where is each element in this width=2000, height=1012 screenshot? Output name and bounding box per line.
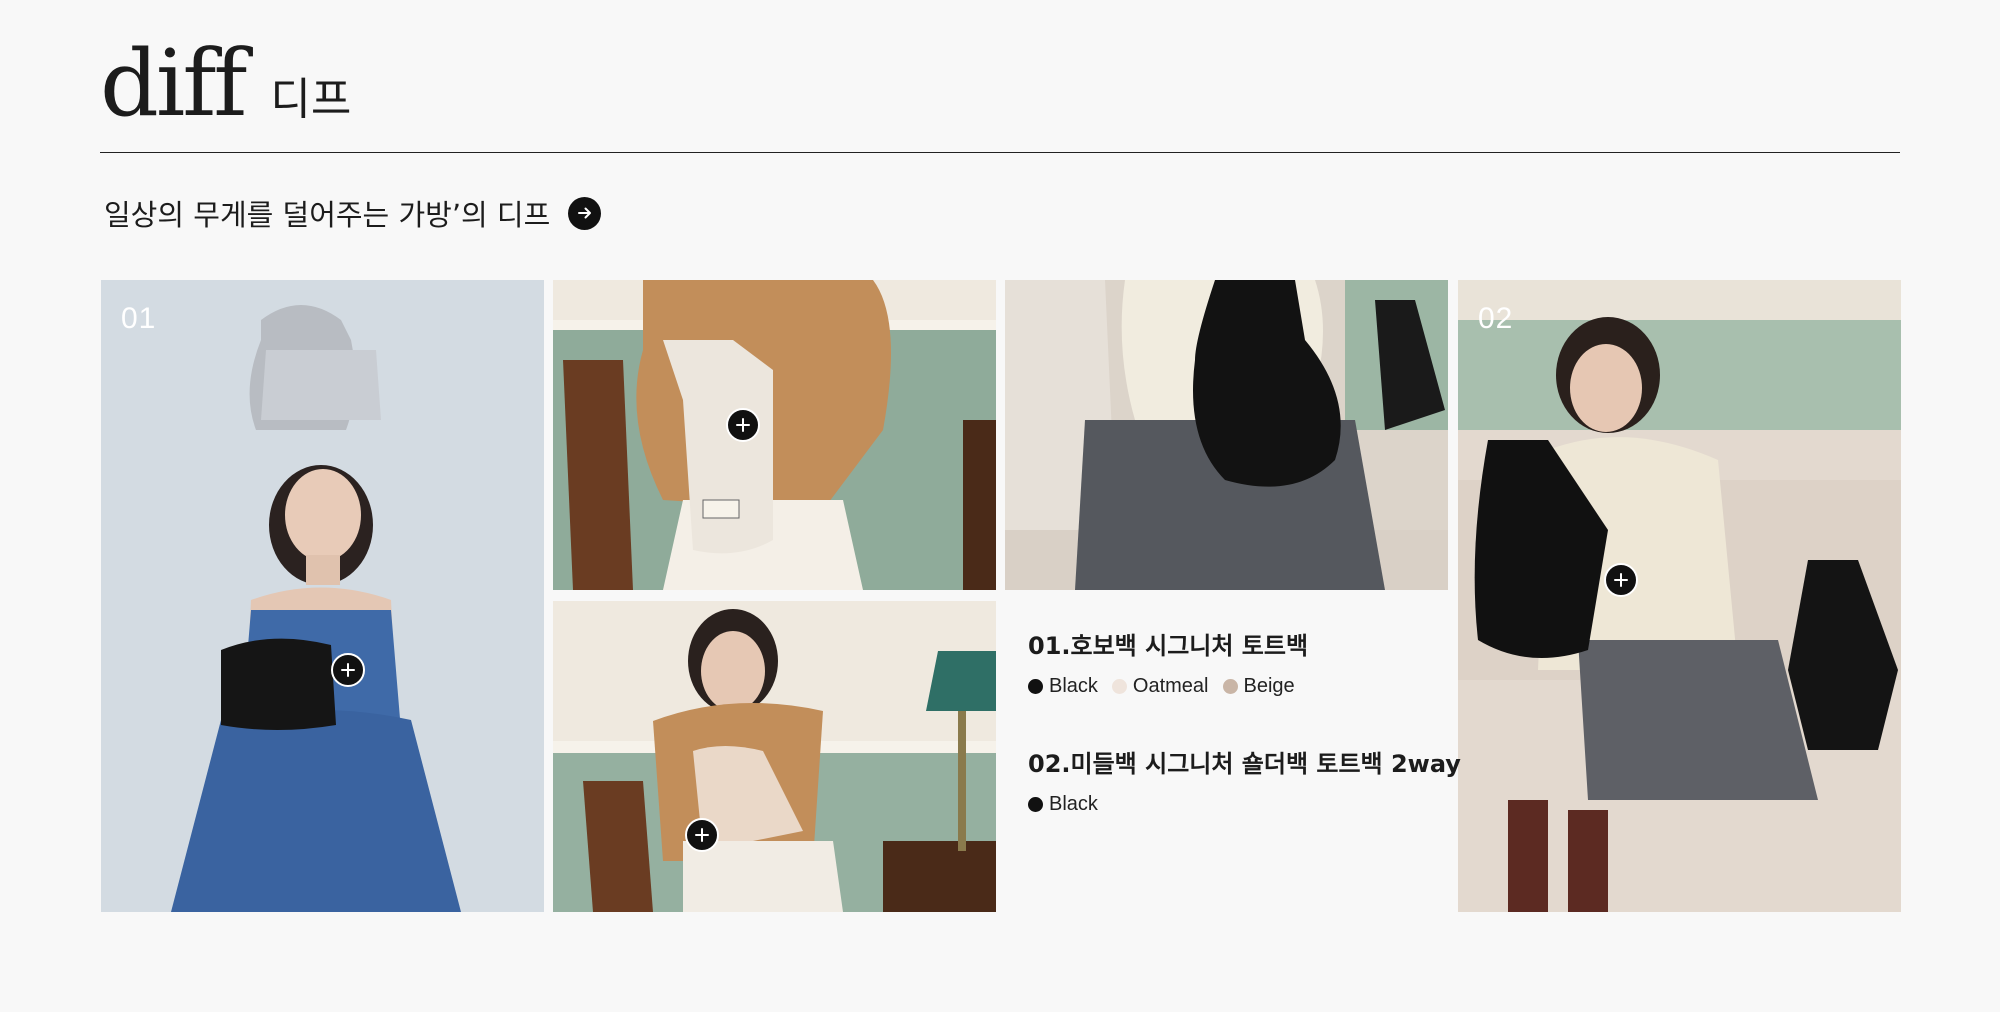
- color-name: Oatmeal: [1132, 675, 1209, 697]
- brand-header: diff 디프: [100, 38, 352, 130]
- product-item[interactable]: 01.호보백 시그니처 토트백 Black Oatmeal Beige: [1028, 626, 1448, 698]
- color-name: Black: [1049, 793, 1098, 815]
- color-swatch: [1028, 679, 1043, 694]
- color-swatch: [1111, 679, 1127, 694]
- color-options: Black Oatmeal Beige: [1028, 675, 1448, 698]
- lookbook-photo-beige-bag[interactable]: [553, 601, 996, 912]
- color-swatch: [1222, 679, 1238, 694]
- product-list: 01.호보백 시그니처 토트백 Black Oatmeal Beige 02.미…: [1028, 626, 1461, 862]
- photo-number-01: 01: [121, 302, 157, 335]
- color-option: Black: [1028, 793, 1098, 816]
- color-name: Black: [1049, 675, 1098, 697]
- plus-icon[interactable]: [331, 653, 365, 687]
- plus-icon[interactable]: [685, 818, 719, 852]
- lookbook-photo-01[interactable]: 01: [101, 280, 544, 912]
- arrow-right-icon[interactable]: [568, 196, 602, 230]
- color-swatch: [1028, 797, 1043, 812]
- color-option: Black: [1028, 675, 1098, 698]
- header-divider: [100, 152, 1900, 153]
- color-options: Black: [1028, 793, 1448, 816]
- tagline-text: 일상의 무게를 덜어주는 가방’의 디프: [104, 198, 551, 232]
- brand-logo[interactable]: diff: [100, 38, 247, 130]
- product-title[interactable]: 01.호보백 시그니처 토트백: [1028, 626, 1448, 661]
- lookbook-photo-02[interactable]: 02: [1458, 280, 1901, 912]
- plus-icon[interactable]: [1604, 563, 1638, 597]
- photo-number-02: 02: [1478, 302, 1514, 335]
- product-item[interactable]: 02.미들백 시그니처 숄더백 토트백 2way Black: [1028, 744, 1461, 816]
- color-name: Beige: [1243, 675, 1295, 697]
- tagline: 일상의 무게를 덜어주는 가방’의 디프: [104, 190, 602, 236]
- lookbook-photo-black-hobo[interactable]: [1005, 280, 1448, 590]
- color-option: Beige: [1222, 675, 1295, 698]
- plus-icon[interactable]: [726, 408, 760, 442]
- brand-korean-name: 디프: [270, 74, 352, 125]
- product-title[interactable]: 02.미들백 시그니처 숄더백 토트백 2way: [1028, 744, 1461, 779]
- lookbook-photo-oatmeal-bag[interactable]: [553, 280, 996, 590]
- color-option: Oatmeal: [1111, 675, 1209, 698]
